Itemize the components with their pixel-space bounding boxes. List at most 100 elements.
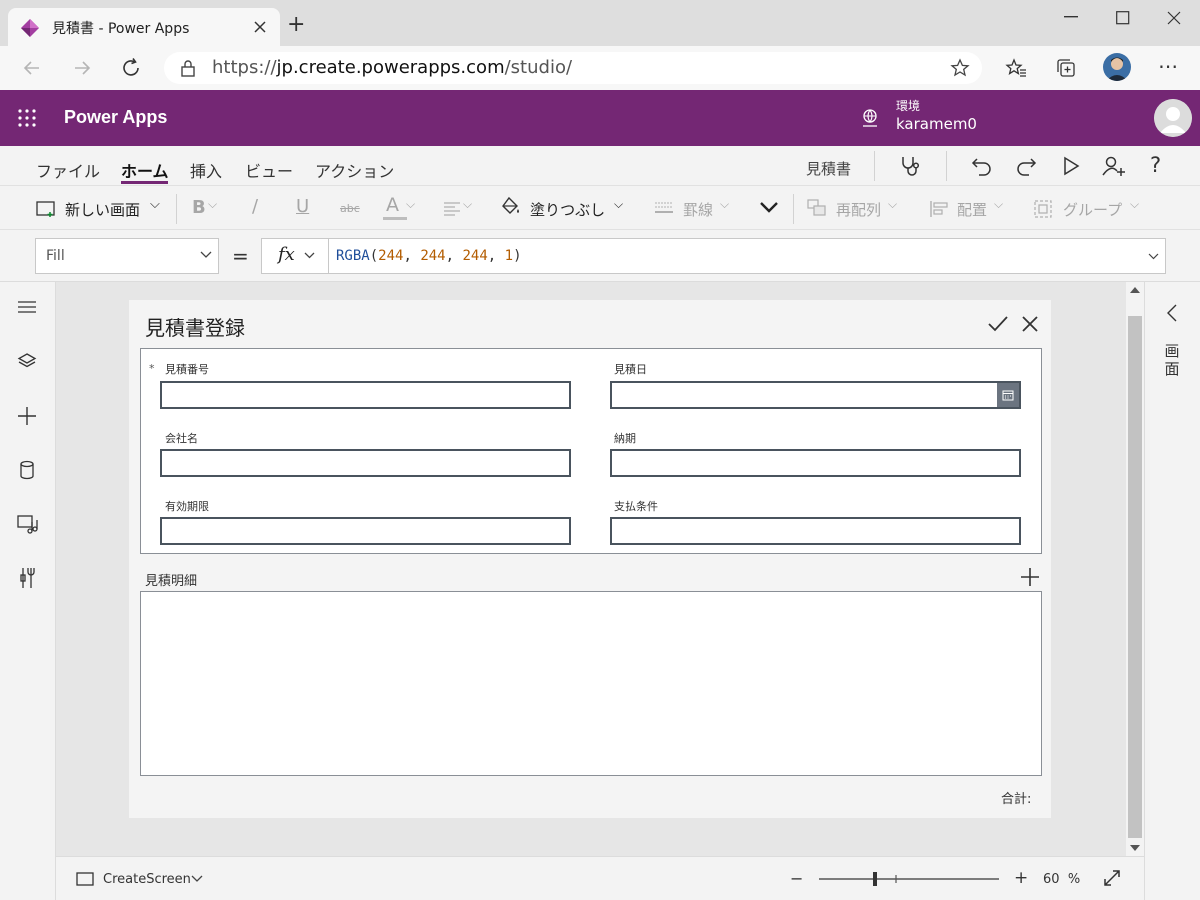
field-label-quote-date: 見積日 <box>614 363 647 376</box>
fx-icon: fx <box>278 244 295 265</box>
zoom-out-button[interactable]: − <box>790 869 803 888</box>
fill-button[interactable]: 塗りつぶし <box>530 199 605 220</box>
new-tab-button[interactable]: + <box>287 12 305 37</box>
collections-icon[interactable] <box>1056 58 1076 78</box>
scrollbar-thumb[interactable] <box>1128 316 1142 838</box>
minimize-icon[interactable] <box>1064 16 1078 18</box>
tab-home[interactable]: ホーム <box>121 158 169 182</box>
formula-input[interactable]: fx RGBA(244, 244, 244, 1) <box>261 238 1166 274</box>
add-detail-plus-icon[interactable] <box>1020 567 1040 587</box>
canvas-scrollbar[interactable] <box>1126 282 1144 856</box>
reorder-button[interactable]: 再配列 <box>836 199 881 220</box>
required-marker: * <box>149 362 155 375</box>
chevron-down-icon[interactable]: ⌵ <box>614 197 623 212</box>
chevron-down-icon[interactable]: ⌵ <box>888 197 897 212</box>
hamburger-menu-icon[interactable] <box>17 300 37 314</box>
help-icon[interactable]: ? <box>1150 153 1161 177</box>
browser-profile-avatar[interactable] <box>1103 53 1131 81</box>
zoom-in-button[interactable]: + <box>1014 868 1028 888</box>
screen-selector[interactable]: CreateScreen <box>103 872 191 887</box>
close-tab-icon[interactable] <box>252 19 268 35</box>
divider <box>793 194 794 224</box>
chevron-down-icon[interactable]: ⌵ <box>994 197 1003 212</box>
undo-icon[interactable] <box>971 155 993 177</box>
strikethrough-button[interactable]: abc <box>340 202 360 215</box>
expiry-input[interactable] <box>160 517 571 545</box>
chevron-down-icon[interactable]: ⌵ <box>1130 197 1139 212</box>
bold-button[interactable]: B <box>192 197 206 218</box>
underline-button[interactable]: U <box>296 196 309 217</box>
payment-terms-input[interactable] <box>610 517 1021 545</box>
new-screen-button[interactable]: 新しい画面 <box>65 199 140 220</box>
tab-file[interactable]: ファイル <box>36 158 100 182</box>
cancel-close-icon[interactable] <box>1021 315 1039 333</box>
quote-number-input[interactable] <box>160 381 571 409</box>
scroll-down-icon[interactable] <box>1130 845 1140 851</box>
chevron-down-icon <box>200 251 212 259</box>
scroll-up-icon[interactable] <box>1130 287 1140 293</box>
group-button[interactable]: グループ <box>1063 199 1122 220</box>
address-bar[interactable]: https://jp.create.powerapps.com/studio/ <box>164 52 982 84</box>
quote-date-picker[interactable] <box>610 381 1021 409</box>
forward-icon[interactable] <box>72 58 92 78</box>
form-screen[interactable]: 見積書登録 * 見積番号 見積日 会社名 納期 有効期限 支払条件 見積明細 合… <box>129 300 1051 818</box>
maximize-icon[interactable] <box>1116 11 1130 25</box>
app-header: Power Apps 環境 karamem0 <box>0 90 1200 146</box>
fx-button[interactable]: fx <box>262 239 329 273</box>
favorites-icon[interactable] <box>1005 58 1027 78</box>
screen-icon <box>76 872 94 886</box>
browser-tab[interactable]: 見積書 - Power Apps <box>8 8 280 46</box>
submit-check-icon[interactable] <box>987 315 1009 333</box>
italic-button[interactable]: / <box>252 196 258 217</box>
share-user-add-icon[interactable] <box>1102 155 1126 177</box>
calendar-button[interactable] <box>997 383 1019 407</box>
media-icon[interactable] <box>17 514 39 534</box>
app-checker-stethoscope-icon[interactable] <box>899 154 923 178</box>
insert-plus-icon[interactable] <box>17 406 37 426</box>
text-align-icon[interactable] <box>443 202 463 216</box>
favorite-star-icon[interactable] <box>950 58 970 78</box>
close-window-icon[interactable] <box>1167 11 1181 25</box>
align-button[interactable]: 配置 <box>957 199 987 220</box>
tree-view-layers-icon[interactable] <box>17 352 37 370</box>
tab-action[interactable]: アクション <box>315 158 394 182</box>
chevron-down-icon[interactable]: ⌵ <box>406 197 415 212</box>
environment-name[interactable]: karamem0 <box>896 115 977 133</box>
browser-menu-icon[interactable]: ⋯ <box>1158 54 1178 78</box>
data-database-icon[interactable] <box>17 460 37 480</box>
environment-label: 環境 <box>896 99 921 113</box>
expand-panel-chevron-icon[interactable] <box>1167 304 1177 322</box>
tab-view[interactable]: ビュー <box>245 158 293 182</box>
divider <box>874 151 875 181</box>
user-avatar[interactable] <box>1154 99 1192 137</box>
refresh-icon[interactable] <box>120 57 142 79</box>
property-dropdown[interactable]: Fill <box>35 238 219 274</box>
font-color-button[interactable]: A <box>386 194 399 216</box>
fit-to-window-icon[interactable] <box>1103 869 1121 887</box>
app-name: Power Apps <box>64 107 168 127</box>
back-icon[interactable] <box>22 58 42 78</box>
app-launcher-icon[interactable] <box>18 109 36 127</box>
border-button[interactable]: 罫線 <box>683 199 713 220</box>
chevron-down-icon[interactable]: ⌵ <box>463 197 472 212</box>
chevron-down-icon[interactable]: ⌵ <box>720 197 729 212</box>
zoom-slider[interactable] <box>819 869 999 889</box>
chevron-down-icon <box>304 252 315 259</box>
tab-insert[interactable]: 挿入 <box>190 158 222 182</box>
chevron-down-icon[interactable]: ⌵ <box>208 197 217 212</box>
reorder-icon <box>807 199 827 217</box>
details-gallery[interactable] <box>140 591 1042 776</box>
play-preview-icon[interactable] <box>1062 156 1080 176</box>
expand-formula-chevron-icon[interactable] <box>1148 253 1159 260</box>
chevron-down-icon[interactable]: ⌵ <box>150 197 160 212</box>
advanced-tools-icon[interactable] <box>17 567 37 589</box>
powerapps-favicon-icon <box>20 18 40 38</box>
font-color-swatch <box>383 217 407 220</box>
delivery-input[interactable] <box>610 449 1021 477</box>
fill-bucket-icon <box>500 196 522 218</box>
chevron-down-icon[interactable] <box>191 875 203 883</box>
company-input[interactable] <box>160 449 571 477</box>
screen-panel-label[interactable]: 画面 <box>1162 342 1182 378</box>
expand-ribbon-chevron-icon[interactable] <box>759 200 779 214</box>
redo-icon[interactable] <box>1015 155 1037 177</box>
